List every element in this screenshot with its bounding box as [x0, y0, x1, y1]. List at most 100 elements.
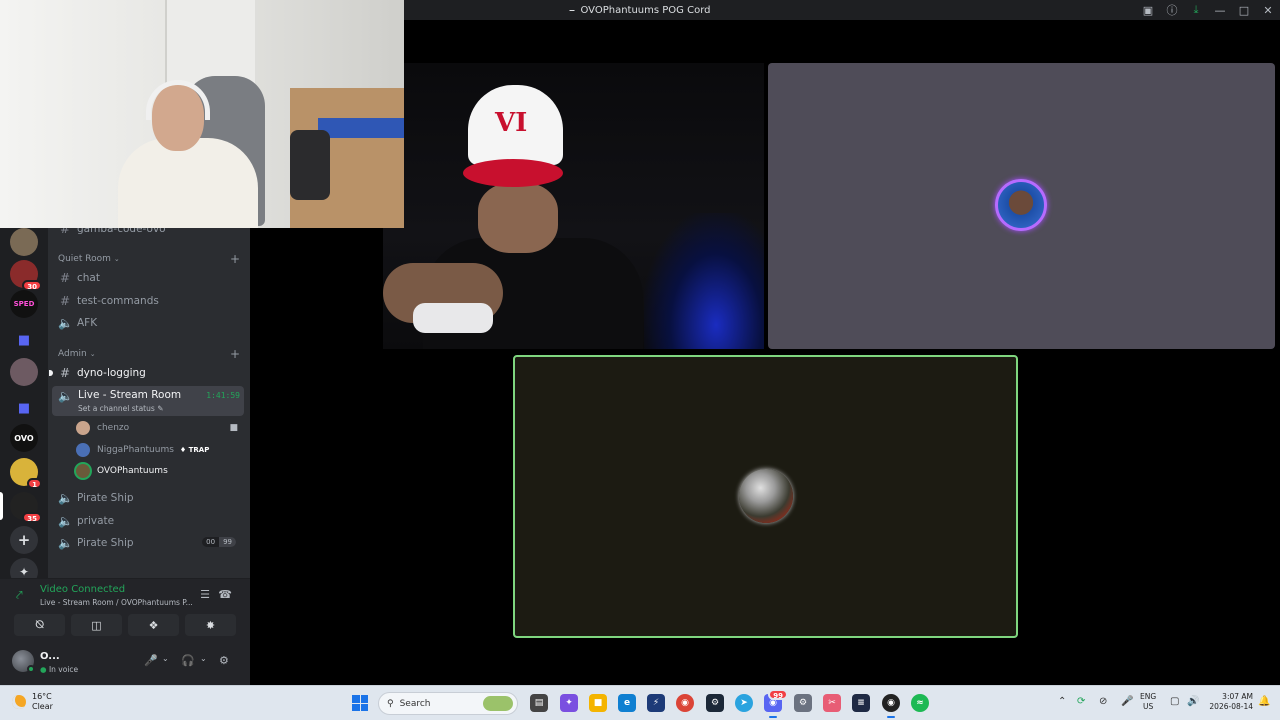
channel-status-text[interactable]: Set a channel status ✎ [78, 404, 163, 413]
create-channel-icon[interactable]: + [230, 252, 240, 266]
microphone-icon[interactable]: 🎤 [144, 654, 158, 667]
online-status-dot [27, 665, 35, 673]
server-icon-2[interactable]: 30 [10, 260, 42, 291]
channel-label: gamba-code-ovo [77, 228, 166, 235]
participant-tile-speaking[interactable] [513, 355, 1018, 638]
telegram-icon[interactable]: ➤ [735, 694, 753, 712]
voice-timer: 1:41:59 [206, 391, 240, 400]
maximize-button[interactable]: □ [1232, 0, 1256, 20]
hidden-icon[interactable]: ⊘ [1099, 696, 1107, 707]
server-icon-3[interactable]: SPED [10, 290, 38, 318]
category-admin[interactable]: Admin ⌄ + [58, 347, 240, 361]
chevron-down-icon[interactable]: ⌄ [162, 654, 169, 663]
chevron-down-icon[interactable]: ⌄ [200, 654, 207, 663]
server-icon-1[interactable] [10, 228, 38, 256]
task-view-icon[interactable]: ▤ [530, 694, 548, 712]
user-name[interactable]: O... [40, 651, 60, 662]
screen-share-button[interactable]: ◫ [71, 614, 122, 636]
close-button[interactable]: ✕ [1256, 0, 1280, 20]
create-channel-icon[interactable]: + [230, 347, 240, 361]
start-button[interactable] [352, 695, 368, 711]
stream-tile-webcam[interactable]: VI [383, 63, 764, 349]
terminal-app-icon[interactable]: ≡ [852, 694, 870, 712]
volume-icon[interactable]: 🔊 [1187, 696, 1199, 707]
channel-pirate-ship-2[interactable]: 🔈 Pirate Ship 00 99 [52, 533, 244, 553]
spotify-icon[interactable]: ≈ [911, 694, 929, 712]
add-server-icon[interactable]: + [10, 526, 38, 554]
soundboard-button[interactable]: ✸ [185, 614, 236, 636]
steam-icon[interactable]: ⚙ [706, 694, 724, 712]
voice-status-title[interactable]: Video Connected [40, 584, 125, 595]
channel-dyno-logging[interactable]: # dyno-logging [49, 363, 244, 383]
chevron-up-icon[interactable]: ⌃ [1058, 696, 1066, 707]
channel-gamba-code-ovo[interactable]: # gamba-code-ovo [52, 228, 244, 239]
channel-private[interactable]: 🔈 private [52, 511, 244, 531]
settings-icon[interactable]: ⚙ [794, 694, 812, 712]
folder-icon-2[interactable]: ■ [10, 394, 38, 422]
disconnect-icon[interactable]: ☎ [218, 588, 232, 601]
chrome-icon[interactable]: ◉ [676, 694, 694, 712]
sync-icon[interactable]: ⟳ [1077, 696, 1085, 707]
edge-icon[interactable]: e [618, 694, 636, 712]
weather-text: 16°C Clear [32, 692, 53, 712]
file-explorer-icon[interactable]: ■ [589, 694, 607, 712]
taskbar-clock[interactable]: 3:07 AM 2026-08-14 [1205, 692, 1253, 712]
activities-button[interactable]: ❖ [128, 614, 179, 636]
channel-afk[interactable]: 🔈 AFK [52, 313, 244, 333]
start-quad [352, 695, 360, 703]
language-indicator[interactable]: ENG US [1140, 692, 1156, 712]
minimize-button[interactable]: — [1208, 0, 1232, 20]
avatar [76, 464, 90, 478]
search-highlight-image [483, 696, 513, 711]
channel-test-commands[interactable]: # test-commands [52, 291, 244, 311]
snipping-tool-icon[interactable]: ✂ [823, 694, 841, 712]
channel-label: private [77, 515, 115, 527]
app-icon-lightning[interactable]: ⚡ [647, 694, 665, 712]
voice-mini-icon: ● [40, 665, 47, 674]
microphone-tray-icon[interactable]: 🎤 [1121, 696, 1133, 707]
notification-badge: 99 [768, 689, 788, 700]
headphones-icon[interactable]: 🎧 [181, 654, 195, 667]
participant-tile-grey[interactable] [768, 63, 1275, 349]
user-count: 00 [206, 538, 216, 546]
channel-chat[interactable]: # chat [52, 268, 244, 288]
pip-webcam-overlay [0, 0, 404, 228]
weather-desc: Clear [32, 702, 53, 711]
copilot-icon[interactable]: ✦ [560, 694, 578, 712]
help-icon[interactable]: ⓘ [1160, 0, 1184, 20]
voice-status-subtitle[interactable]: Live - Stream Room / OVOPhantuums P... [40, 598, 193, 607]
server-banner-icon: ⎯ [569, 4, 575, 16]
server-icon-active[interactable]: 35 [10, 492, 42, 523]
notification-bell-icon[interactable]: 🔔 [1258, 696, 1270, 707]
discord-taskbar-icon[interactable]: ◉ 99 [764, 689, 788, 718]
network-icon[interactable]: ▢ [1170, 696, 1179, 707]
voice-user-ovophantuums[interactable]: OVOPhantuums [76, 462, 242, 480]
category-quiet-room[interactable]: Quiet Room ⌄ + [58, 252, 240, 266]
settings-gear-icon[interactable]: ⚙ [219, 654, 229, 667]
server-icon-5[interactable] [10, 358, 38, 386]
participant-avatar [995, 179, 1047, 231]
user-panel: O... ● In voice 🎤 ⌄ 🎧 ⌄ ⚙ [0, 640, 250, 685]
voice-user-niggaphantuums[interactable]: NiggaPhantuums ♦ TRAP [76, 441, 242, 459]
weather-widget[interactable]: 16°C Clear [12, 692, 53, 712]
channel-label: test-commands [77, 295, 159, 307]
noise-suppression-icon[interactable]: ☰ [200, 588, 210, 601]
user-status: ● In voice [40, 665, 78, 674]
cap-brim [463, 159, 563, 187]
voice-user-chenzo[interactable]: chenzo ■ [76, 419, 242, 437]
channel-pirate-ship[interactable]: 🔈 Pirate Ship [52, 488, 244, 508]
voice-connection-panel: ⤤ Video Connected Live - Stream Room / O… [0, 578, 250, 640]
hash-icon: # [59, 294, 71, 308]
camera-toggle-button[interactable]: ⦰ [14, 614, 65, 636]
discord-window: ⎯ OVOPhantuums POG Cord ▣ ⓘ ⤓ — □ ✕ VI 3… [0, 0, 1280, 720]
folder-icon[interactable]: ■ [10, 326, 38, 354]
channel-live-stream-room[interactable]: 🔈 Live - Stream Room Set a channel statu… [52, 386, 244, 416]
taskbar-search[interactable]: ⚲ Search [378, 692, 518, 715]
inbox-icon[interactable]: ▣ [1136, 0, 1160, 20]
server-icon-9[interactable]: 1 [10, 458, 42, 489]
server-icon-ovo[interactable]: OVO [10, 424, 38, 452]
signal-icon[interactable]: ⤤ [16, 588, 23, 603]
obs-icon[interactable]: ◉ [882, 694, 900, 718]
mention-badge: 35 [22, 512, 42, 523]
download-icon[interactable]: ⤓ [1184, 0, 1208, 20]
